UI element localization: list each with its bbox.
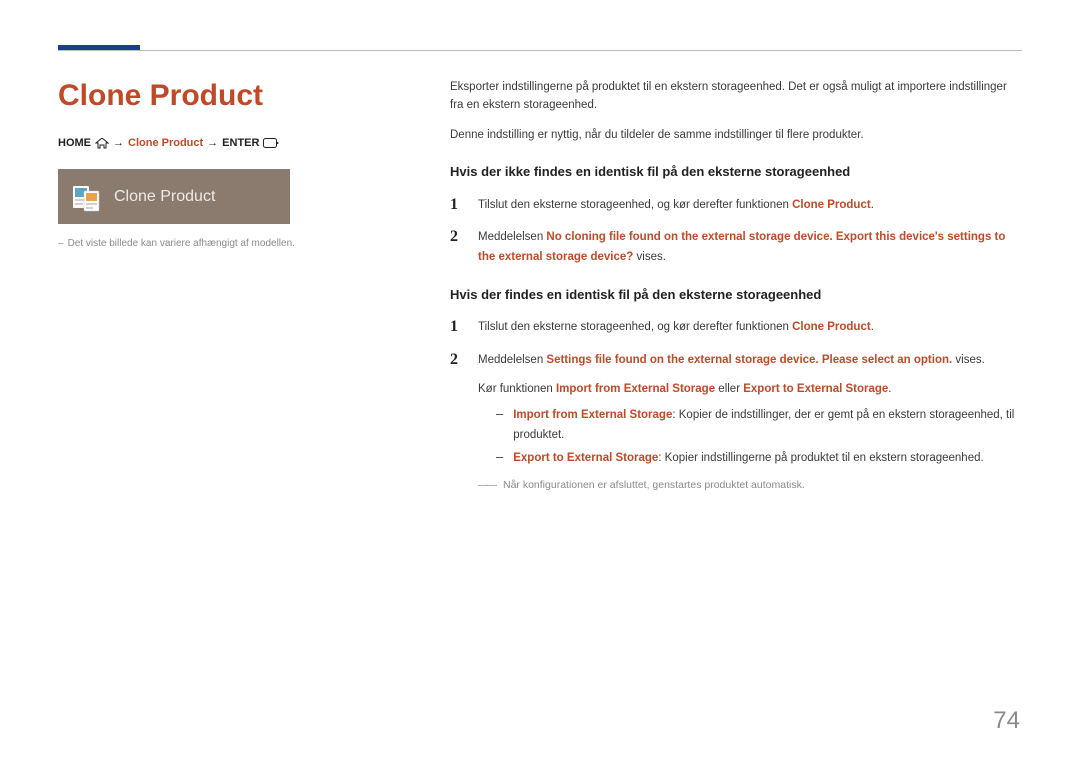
home-icon: [95, 137, 109, 149]
tile-label: Clone Product: [114, 188, 215, 206]
s2-step2-c: vises.: [952, 354, 985, 366]
step-number: 1: [450, 317, 462, 338]
footnote: ―― Når konfigurationen er afsluttet, gen…: [478, 477, 1022, 495]
step-body: Meddelelsen Settings file found on the e…: [478, 350, 1022, 495]
step-body: Meddelelsen No cloning file found on the…: [478, 227, 1022, 267]
b2-b: : Kopier indstillingerne på produktet ti…: [658, 452, 983, 464]
s1-step2-a: Meddelelsen: [478, 231, 546, 243]
note-dash-icon: –: [58, 238, 64, 249]
step-number: 1: [450, 195, 462, 216]
s2-sub-e: .: [888, 383, 891, 395]
left-note-text: Det viste billede kan variere afhængigt …: [68, 238, 295, 249]
breadcrumb-arrow-1: →: [113, 137, 124, 149]
step-number: 2: [450, 227, 462, 267]
footnote-dash-icon: ――: [478, 477, 495, 495]
s2-step2-b: Settings file found on the external stor…: [546, 354, 952, 366]
s1-step1-b: Clone Product: [792, 199, 871, 211]
s1-step2-b: No cloning file found on the external st…: [478, 231, 1005, 263]
s2-sub: Kør funktionen Import from External Stor…: [478, 380, 1022, 400]
page-number: 74: [993, 707, 1020, 735]
section2-step2: 2 Meddelelsen Settings file found on the…: [450, 350, 1022, 495]
intro-2: Denne indstilling er nyttig, når du tild…: [450, 127, 1022, 145]
section1-step2: 2 Meddelelsen No cloning file found on t…: [450, 227, 1022, 267]
rule-accent: [58, 45, 140, 50]
s2-sub-c: eller: [715, 383, 743, 395]
right-column: Eksporter indstillingerne på produktet t…: [450, 79, 1022, 506]
section2-step1: 1 Tilslut den eksterne storageenhed, og …: [450, 317, 1022, 338]
breadcrumb-arrow-2: →: [207, 137, 218, 149]
footnote-text: Når konfigurationen er afsluttet, gensta…: [503, 477, 805, 495]
s2-step2-a: Meddelelsen: [478, 354, 546, 366]
step-body: Tilslut den eksterne storageenhed, og kø…: [478, 195, 1022, 216]
s1-step1-c: .: [871, 199, 874, 211]
bullet-1: – Import from External Storage: Kopier d…: [496, 406, 1022, 445]
page-title: Clone Product: [58, 79, 398, 113]
clone-product-icon: [68, 179, 104, 215]
s2-step1-c: .: [871, 321, 874, 333]
section2-heading: Hvis der findes en identisk fil på den e…: [450, 285, 1022, 305]
header-rule: [58, 50, 1022, 51]
left-note: – Det viste billede kan variere afhængig…: [58, 238, 398, 249]
step-body: Tilslut den eksterne storageenhed, og kø…: [478, 317, 1022, 338]
bullet-1-body: Import from External Storage: Kopier de …: [513, 406, 1022, 445]
breadcrumb-enter: ENTER: [222, 137, 259, 149]
section1-step1: 1 Tilslut den eksterne storageenhed, og …: [450, 195, 1022, 216]
bullet-2-body: Export to External Storage: Kopier indst…: [513, 449, 983, 469]
breadcrumb: HOME → Clone Product → ENTER: [58, 137, 398, 149]
rule-line: [58, 50, 1022, 51]
enter-icon: [263, 137, 279, 149]
left-column: Clone Product HOME → Clone Product → ENT…: [58, 79, 398, 506]
step-number: 2: [450, 350, 462, 495]
s1-step1-a: Tilslut den eksterne storageenhed, og kø…: [478, 199, 792, 211]
s2-sub-a: Kør funktionen: [478, 383, 556, 395]
bullet-2: – Export to External Storage: Kopier ind…: [496, 449, 1022, 469]
intro-1: Eksporter indstillingerne på produktet t…: [450, 79, 1022, 115]
s2-sub-b: Import from External Storage: [556, 383, 715, 395]
section1-heading: Hvis der ikke findes en identisk fil på …: [450, 162, 1022, 182]
s2-step1-a: Tilslut den eksterne storageenhed, og kø…: [478, 321, 792, 333]
b1-a: Import from External Storage: [513, 409, 672, 421]
bullet-dash-icon: –: [496, 449, 503, 469]
bullet-dash-icon: –: [496, 406, 503, 445]
clone-product-tile: Clone Product: [58, 169, 290, 224]
b2-a: Export to External Storage: [513, 452, 658, 464]
breadcrumb-mid: Clone Product: [128, 137, 203, 149]
s1-step2-c: vises.: [633, 251, 666, 263]
s2-step1-b: Clone Product: [792, 321, 871, 333]
breadcrumb-home: HOME: [58, 137, 91, 149]
s2-sub-d: Export to External Storage: [743, 383, 888, 395]
